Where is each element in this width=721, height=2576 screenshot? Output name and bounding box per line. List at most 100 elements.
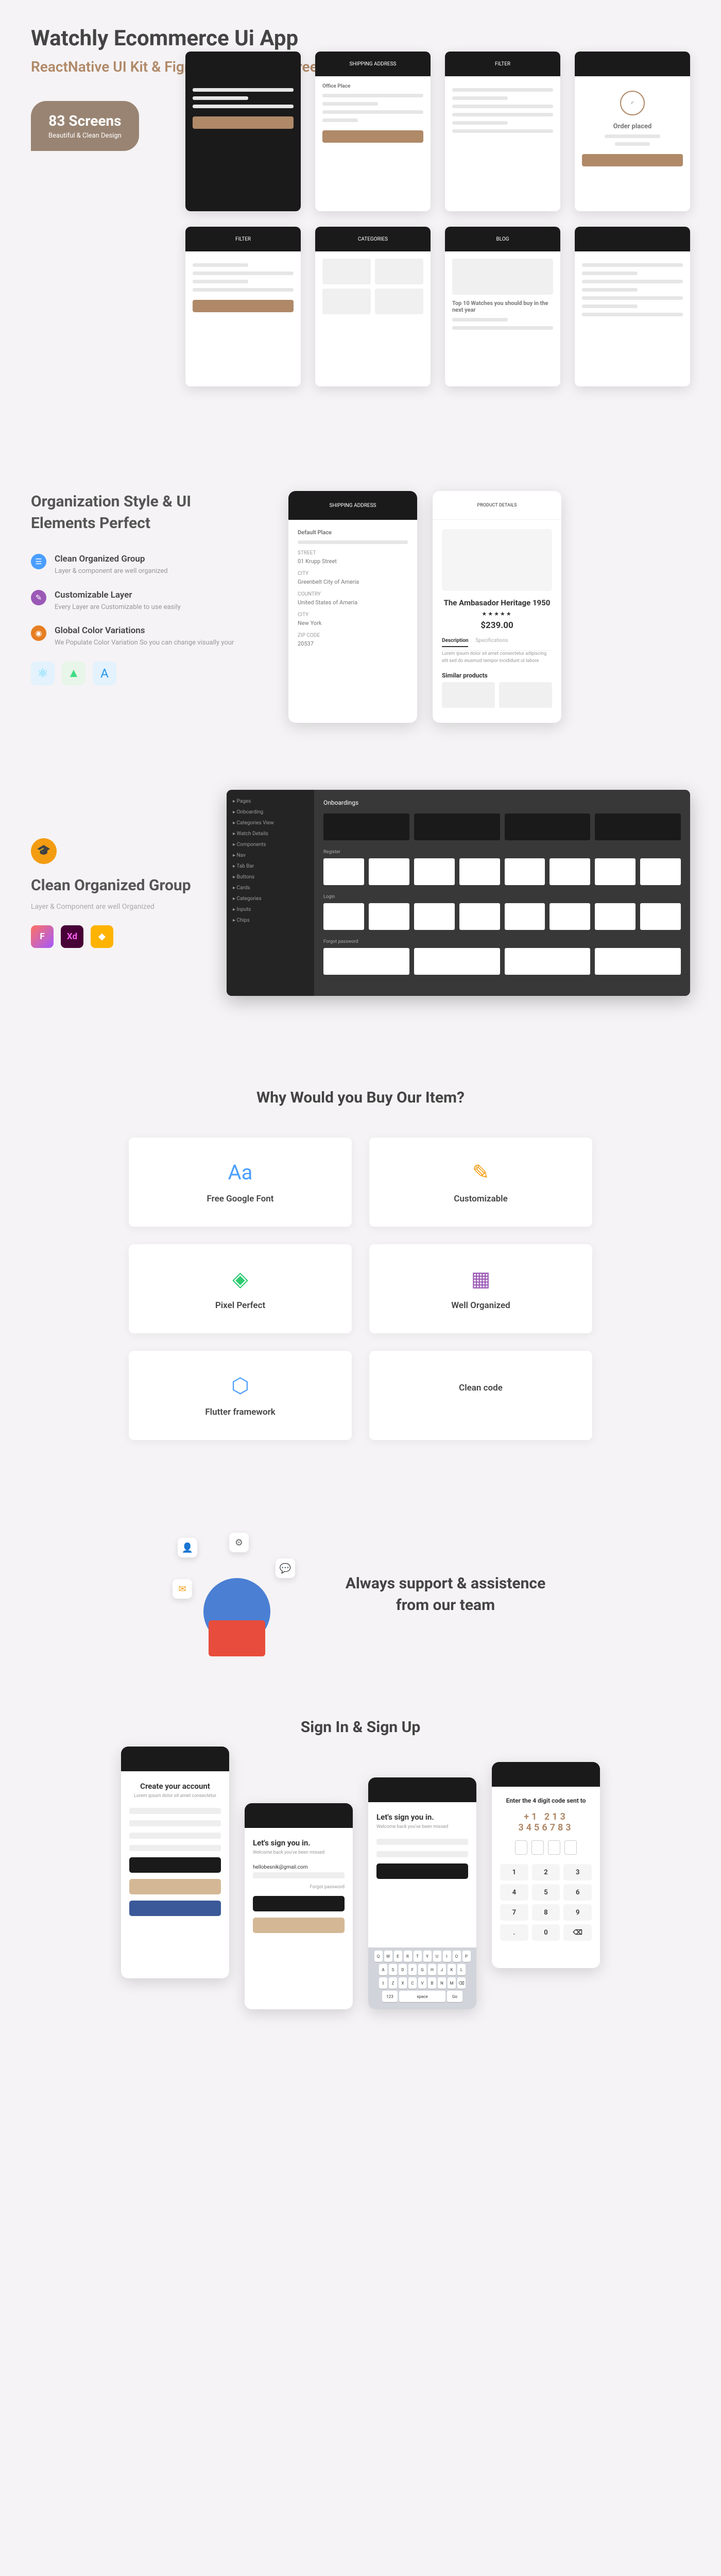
figma-layers-panel: ▸ Pages▸ Onboarding▸ Categories View▸ Wa… bbox=[227, 790, 314, 996]
platform-icons: ⚛ ▲ A bbox=[31, 662, 247, 685]
why-card: Clean code bbox=[369, 1351, 592, 1440]
badge-text: Beautiful & Clean Design bbox=[48, 132, 122, 140]
signin-title: Sign In & Sign Up bbox=[31, 1718, 690, 1736]
mockup-filter-light: FILTER bbox=[185, 227, 301, 386]
feature-clean-organized: ☰ Clean Organized Group Layer & componen… bbox=[31, 554, 247, 577]
keypad-key: 2 bbox=[532, 1864, 560, 1880]
figma-layer-item: ▸ Tab Bar bbox=[233, 861, 308, 872]
figma-layer-item: ▸ Nav bbox=[233, 850, 308, 861]
feature-icon: Aa bbox=[144, 1160, 336, 1184]
mockup-signin-1: Let's sign you in. Welcome back you've b… bbox=[245, 1803, 353, 2009]
mockup-signin-keyboard: Let's sign you in. Welcome back you've b… bbox=[368, 1777, 476, 2009]
hero-section: Watchly Ecommerce Ui App ReactNative UI … bbox=[0, 0, 721, 460]
why-card: Aa Free Google Font bbox=[129, 1138, 352, 1227]
otp-phone: +1 213 3456783 bbox=[500, 1811, 592, 1833]
figma-layer-item: ▸ Categories View bbox=[233, 818, 308, 828]
pen-icon: ✎ bbox=[31, 590, 46, 605]
support-section: 👤 ⚙ 💬 ✉ Always support & assistence from… bbox=[0, 1497, 721, 1692]
xd-icon: Xd bbox=[61, 925, 83, 948]
mockup-grid-row2: FILTER CATEGORIES BLOG To bbox=[185, 227, 690, 386]
figma-layer-item: ▸ Components bbox=[233, 839, 308, 850]
figma-icon: F bbox=[31, 925, 54, 948]
keypad-key: 6 bbox=[563, 1884, 592, 1901]
clean-organized-section: 🎓 Clean Organized Group Layer & Componen… bbox=[0, 754, 721, 1047]
keypad-key: 1 bbox=[500, 1864, 528, 1880]
mockup-shipping-address-lg: SHIPPING ADDRESS Default Place STREET 01… bbox=[288, 491, 417, 723]
why-card: ⬡Flutter framework bbox=[129, 1351, 352, 1440]
appstore-icon: A bbox=[93, 662, 116, 685]
chat-icon: 💬 bbox=[276, 1558, 295, 1578]
feature-label: Well Organized bbox=[385, 1300, 577, 1311]
feature-icon: ▦ bbox=[385, 1267, 577, 1291]
keypad-key: 5 bbox=[532, 1884, 560, 1901]
feature-customizable: ✎ Customizable Layer Every Layer are Cus… bbox=[31, 590, 247, 613]
why-card: ◈ Pixel Perfect bbox=[129, 1244, 352, 1333]
react-icon: ⚛ bbox=[31, 662, 55, 685]
android-icon: ▲ bbox=[62, 662, 85, 685]
mockup-filter-dark bbox=[185, 52, 301, 211]
keypad-key: . bbox=[500, 1924, 528, 1941]
figma-layer-item: ▸ Cards bbox=[233, 883, 308, 893]
product-rating: ★★★★★ bbox=[442, 611, 552, 617]
person-icon: 👤 bbox=[178, 1538, 197, 1557]
mockup-grid-row1: SHIPPING ADDRESS Office Place FILTER ✓ O… bbox=[185, 52, 690, 211]
figma-layer-item: ▸ Buttons bbox=[233, 872, 308, 883]
cog-desc: Layer & Component are well Organized bbox=[31, 903, 196, 911]
figma-layer-item: ▸ Onboarding bbox=[233, 807, 308, 818]
mockup-product-detail-lg: PRODUCT DETAILS The Ambasador Heritage 1… bbox=[433, 491, 561, 723]
why-buy-section: Why Would you Buy Our Item? Aa Free Googl… bbox=[0, 1047, 721, 1497]
globe-icon: ◉ bbox=[31, 625, 46, 641]
blog-title: Top 10 Watches you should buy in the nex… bbox=[452, 300, 553, 313]
product-image bbox=[442, 529, 552, 591]
design-tool-icons: F Xd ◆ bbox=[31, 925, 196, 948]
figma-layer-item: ▸ Categories bbox=[233, 893, 308, 904]
keypad-key: 3 bbox=[563, 1864, 592, 1880]
support-illustration: 👤 ⚙ 💬 ✉ bbox=[173, 1533, 306, 1656]
feature-icon: ◈ bbox=[144, 1267, 336, 1291]
mockup-order-placed: ✓ Order placed bbox=[575, 52, 690, 211]
numeric-keypad: 123 456 789.0⌫ bbox=[500, 1864, 592, 1941]
org-title: Organization Style & UI Elements Perfect bbox=[31, 491, 247, 534]
why-card: ▦ Well Organized bbox=[369, 1244, 592, 1333]
feature-label: Clean code bbox=[385, 1383, 577, 1393]
graduation-cap-icon: 🎓 bbox=[31, 838, 57, 864]
feature-label: Pixel Perfect bbox=[144, 1300, 336, 1311]
keypad-key: 8 bbox=[532, 1904, 560, 1921]
mockup-list bbox=[575, 227, 690, 386]
figma-layer-item: ▸ Watch Details bbox=[233, 828, 308, 839]
figma-screenshot: ▸ Pages▸ Onboarding▸ Categories View▸ Wa… bbox=[227, 790, 690, 996]
layers-icon: ☰ bbox=[31, 554, 46, 569]
feature-color-variations: ◉ Global Color Variations We Populate Co… bbox=[31, 625, 247, 648]
feature-label: Free Google Font bbox=[144, 1194, 336, 1204]
mockup-otp: Enter the 4 digit code sent to +1 213 34… bbox=[492, 1762, 600, 1968]
success-check-icon: ✓ bbox=[620, 91, 645, 115]
screens-badge: 83 Screens Beautiful & Clean Design bbox=[31, 101, 139, 151]
feature-icon: ⬡ bbox=[144, 1374, 336, 1398]
sketch-icon: ◆ bbox=[91, 925, 113, 948]
keypad-key: ⌫ bbox=[563, 1924, 592, 1941]
mobile-keyboard: QWERTYUIOP ASDFGHJKL ⇧ZXCVBNM⌫ 123spaceG… bbox=[368, 1947, 476, 2009]
figma-layer-item: ▸ Chips bbox=[233, 915, 308, 926]
mail-icon: ✉ bbox=[173, 1579, 192, 1599]
mockup-create-account: Create your account Lorem ipsum dolor si… bbox=[121, 1747, 229, 1978]
mockup-checkins: FILTER bbox=[445, 52, 560, 211]
keypad-key: 7 bbox=[500, 1904, 528, 1921]
keypad-key: 0 bbox=[532, 1924, 560, 1941]
why-card: ✎ Customizable bbox=[369, 1138, 592, 1227]
product-name: The Ambasador Heritage 1950 bbox=[442, 598, 552, 607]
feature-label: Customizable bbox=[385, 1194, 577, 1204]
keypad-key: 4 bbox=[500, 1884, 528, 1901]
hero-title: Watchly Ecommerce Ui App bbox=[31, 26, 690, 51]
product-price: $239.00 bbox=[442, 620, 552, 631]
figma-layer-item: ▸ Inputs bbox=[233, 904, 308, 915]
mockup-categories: CATEGORIES bbox=[315, 227, 431, 386]
figma-layer-item: ▸ Pages bbox=[233, 796, 308, 807]
feature-icon: ✎ bbox=[385, 1160, 577, 1184]
organization-section: Organization Style & UI Elements Perfect… bbox=[0, 460, 721, 754]
order-placed-title: Order placed bbox=[582, 123, 683, 130]
signin-section: Sign In & Sign Up Create your account Lo… bbox=[0, 1692, 721, 2066]
cog-title: Clean Organized Group bbox=[31, 875, 196, 895]
support-text: Always support & assistence from our tea… bbox=[342, 1573, 548, 1616]
why-title: Why Would you Buy Our Item? bbox=[31, 1089, 690, 1107]
keypad-key: 9 bbox=[563, 1904, 592, 1921]
